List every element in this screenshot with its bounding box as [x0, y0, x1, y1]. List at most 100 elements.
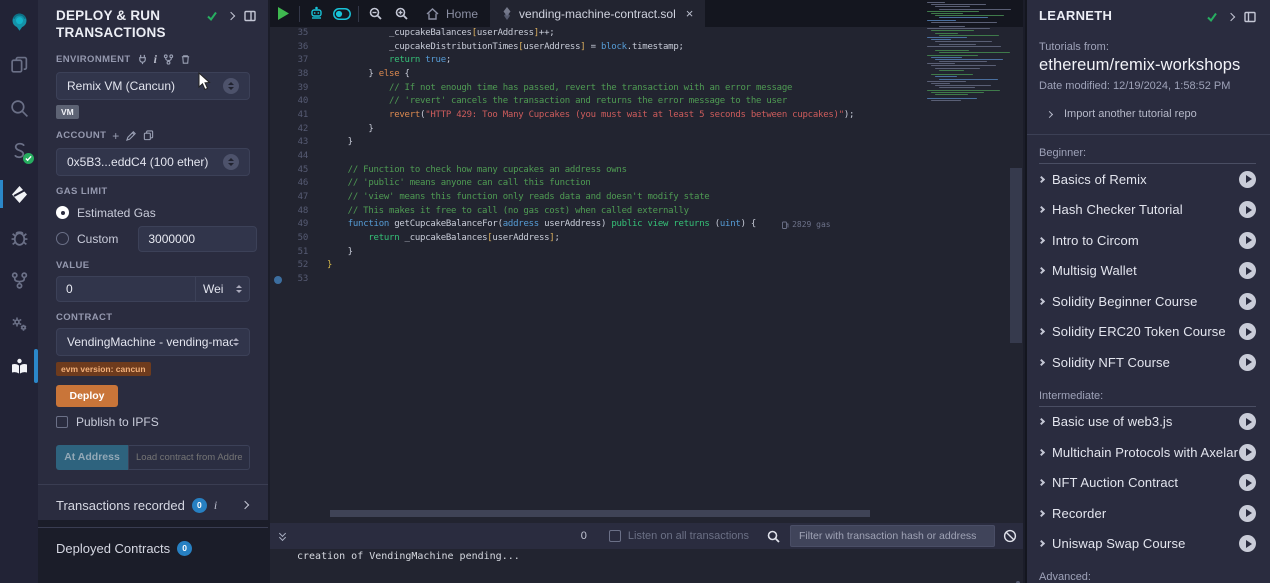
code-line[interactable]: 50 return _cupcakeBalances[userAddress];: [270, 232, 1023, 246]
start-tutorial-button[interactable]: [1239, 201, 1256, 218]
code-line[interactable]: 35 _cupcakeBalances[userAddress]++;: [270, 27, 1023, 41]
tutorial-item[interactable]: Intro to Circom: [1039, 225, 1256, 256]
debugger-icon[interactable]: [0, 220, 38, 254]
deploy-button[interactable]: Deploy: [56, 385, 118, 407]
tutorial-item[interactable]: Basics of Remix: [1039, 164, 1256, 195]
publish-ipfs-option[interactable]: Publish to IPFS: [56, 415, 256, 429]
tutorial-item[interactable]: Solidity Beginner Course: [1039, 286, 1256, 317]
value-unit-select[interactable]: Wei: [196, 276, 250, 302]
account-select[interactable]: 0x5B3...eddC4 (100 ether): [56, 148, 250, 176]
start-tutorial-button[interactable]: [1239, 413, 1256, 430]
at-address-input[interactable]: [128, 445, 250, 470]
code-line[interactable]: 46 // 'public' means anyone can call thi…: [270, 177, 1023, 191]
tutorial-item[interactable]: Solidity ERC20 Token Course: [1039, 317, 1256, 348]
zoom-out-button[interactable]: [362, 0, 388, 27]
code-line[interactable]: 43 }: [270, 136, 1023, 150]
code-line[interactable]: 47 // 'view' means this function only re…: [270, 191, 1023, 205]
code-line[interactable]: 53: [270, 273, 1023, 287]
close-tab-icon[interactable]: ×: [686, 6, 694, 21]
tutorial-item[interactable]: Uniswap Swap Course: [1039, 529, 1256, 560]
start-tutorial-button[interactable]: [1239, 535, 1256, 552]
start-tutorial-button[interactable]: [1239, 293, 1256, 310]
terminal-filter-input[interactable]: [790, 525, 995, 547]
editor-vertical-scrollbar[interactable]: [1010, 168, 1022, 343]
code-line[interactable]: 36 _cupcakeDistributionTimes[userAddress…: [270, 41, 1023, 55]
custom-gas-option[interactable]: Custom: [56, 228, 256, 250]
tutorial-item[interactable]: Recorder: [1039, 498, 1256, 529]
trash-icon[interactable]: [180, 54, 191, 65]
pin-panel-icon[interactable]: [244, 10, 256, 22]
environment-select[interactable]: Remix VM (Cancun): [56, 72, 250, 100]
start-tutorial-button[interactable]: [1239, 262, 1256, 279]
chevron-right-icon[interactable]: [1227, 12, 1235, 20]
code-line[interactable]: 45 // Function to check how many cupcake…: [270, 164, 1023, 178]
code-line[interactable]: 48 // This makes it free to call (no gas…: [270, 205, 1023, 219]
code-area[interactable]: 35 _cupcakeBalances[userAddress]++;36 _c…: [270, 27, 1023, 520]
code-line[interactable]: 41 revert("HTTP 429: Too Many Cupcakes (…: [270, 109, 1023, 123]
tutorial-item[interactable]: Solidity NFT Course: [1039, 347, 1256, 378]
start-tutorial-button[interactable]: [1239, 232, 1256, 249]
search-icon[interactable]: [0, 91, 38, 125]
edit-icon[interactable]: [126, 130, 137, 141]
editor-horizontal-scrollbar[interactable]: [330, 510, 870, 517]
solidity-compiler-icon[interactable]: [0, 134, 38, 168]
info-icon[interactable]: i: [214, 498, 217, 513]
value-input[interactable]: [56, 276, 196, 302]
zoom-in-button[interactable]: [388, 0, 414, 27]
run-script-button[interactable]: [270, 0, 296, 27]
transactions-recorded-row[interactable]: Transactions recorded 0 i: [56, 498, 256, 513]
toggle-on-icon: [333, 8, 351, 20]
tutorial-item[interactable]: Multisig Wallet: [1039, 256, 1256, 287]
start-tutorial-button[interactable]: [1239, 354, 1256, 371]
chevron-right-icon[interactable]: [227, 12, 235, 20]
tutorial-item[interactable]: NFT Auction Contract: [1039, 468, 1256, 499]
at-address-button[interactable]: At Address: [56, 445, 128, 470]
add-account-icon[interactable]: +: [112, 129, 119, 143]
code-line[interactable]: 42 }: [270, 123, 1023, 137]
code-line[interactable]: 49 function getCupcakeBalanceFor(address…: [270, 218, 1023, 232]
start-tutorial-button[interactable]: [1239, 444, 1256, 461]
learneth-icon[interactable]: [0, 349, 38, 383]
clear-console-icon[interactable]: [1003, 529, 1017, 543]
deploy-run-icon[interactable]: [0, 177, 38, 211]
tutorial-item[interactable]: Hash Checker Tutorial: [1039, 195, 1256, 226]
import-tutorial-repo[interactable]: Import another tutorial repo: [1047, 108, 1256, 120]
tutorial-item[interactable]: Basic use of web3.js: [1039, 407, 1256, 438]
start-tutorial-button[interactable]: [1239, 474, 1256, 491]
chevron-right-icon[interactable]: [241, 501, 249, 509]
pin-panel-icon[interactable]: [1244, 11, 1256, 23]
deployed-contracts-row[interactable]: Deployed Contracts 0: [56, 541, 256, 556]
start-tutorial-button[interactable]: [1239, 171, 1256, 188]
ai-copilot-button[interactable]: [303, 0, 329, 27]
code-line[interactable]: 39 // If not enough time has passed, rev…: [270, 82, 1023, 96]
code-line[interactable]: 37 return true;: [270, 54, 1023, 68]
tutorial-item[interactable]: Multichain Protocols with Axelar: [1039, 437, 1256, 468]
code-line[interactable]: 51 }: [270, 246, 1023, 260]
tab-home[interactable]: Home: [414, 0, 490, 27]
plug-icon[interactable]: [137, 54, 148, 65]
start-tutorial-button[interactable]: [1239, 505, 1256, 522]
copilot-toggle[interactable]: [329, 0, 355, 27]
collapse-terminal-icon[interactable]: [280, 532, 285, 540]
custom-gas-input[interactable]: [138, 226, 257, 252]
chevron-right-icon: [1038, 328, 1045, 335]
file-explorer-icon[interactable]: [0, 48, 38, 82]
estimated-gas-option[interactable]: Estimated Gas: [56, 202, 256, 224]
terminal-log[interactable]: creation of VendingMachine pending... [v…: [270, 549, 1023, 583]
git-icon[interactable]: [0, 263, 38, 297]
copy-icon[interactable]: [143, 130, 154, 141]
tab-vending-machine-contract[interactable]: vending-machine-contract.sol ×: [490, 0, 705, 27]
listen-all-transactions[interactable]: Listen on all transactions: [609, 530, 749, 542]
contract-select[interactable]: VendingMachine - vending-machin: [56, 328, 250, 356]
minimap[interactable]: [925, 2, 1008, 492]
remix-logo[interactable]: [0, 4, 38, 40]
code-line[interactable]: 40 // 'revert' cancels the transaction a…: [270, 95, 1023, 109]
account-label: ACCOUNT +: [56, 129, 256, 143]
settings-icon[interactable]: [0, 306, 38, 340]
info-icon[interactable]: i: [154, 52, 158, 67]
code-line[interactable]: 38 } else {: [270, 68, 1023, 82]
code-line[interactable]: 44: [270, 150, 1023, 164]
fork-icon[interactable]: [163, 54, 174, 65]
code-line[interactable]: 52}: [270, 259, 1023, 273]
start-tutorial-button[interactable]: [1239, 323, 1256, 340]
